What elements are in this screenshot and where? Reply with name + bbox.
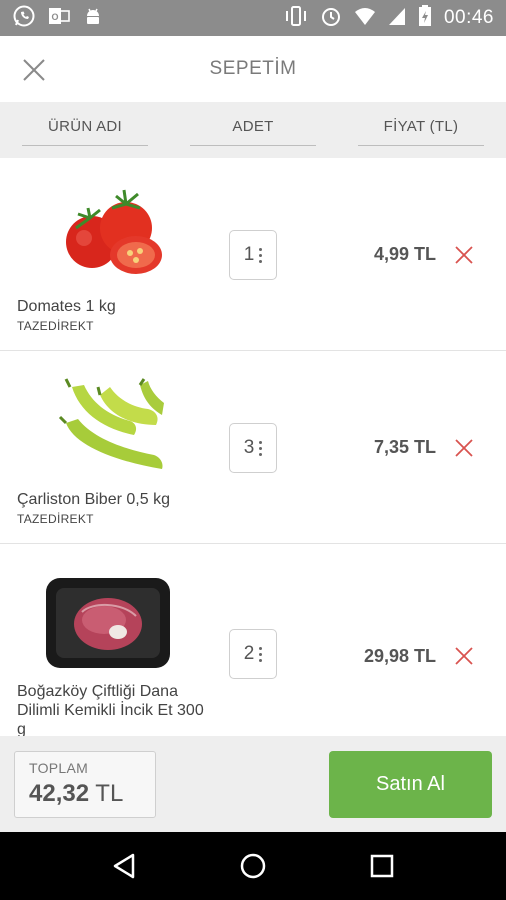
signal-icon: [388, 6, 406, 31]
tomato-image: [66, 189, 162, 274]
status-bar: O 00:46: [0, 0, 506, 36]
quantity-selector[interactable]: 2: [229, 629, 277, 679]
navigation-bar: [0, 832, 506, 900]
svg-text:O: O: [51, 12, 58, 22]
total-box: TOPLAM 42,32 TL: [14, 751, 156, 818]
android-icon: [82, 5, 104, 32]
recents-button[interactable]: [362, 846, 402, 886]
quantity-value: 3: [243, 437, 255, 458]
cart-item: Çarliston Biber 0,5 kg TAZEDİREKT 3 7,35…: [0, 351, 506, 544]
alarm-icon: [320, 5, 342, 32]
cart-item: Boğazköy Çiftliği Dana Dilimli Kemikli İ…: [0, 544, 506, 736]
product-price: 4,99 TL: [373, 244, 436, 264]
total-value: 42,32 TL: [29, 780, 141, 808]
back-button[interactable]: [104, 846, 144, 886]
column-header: ÜRÜN ADI ADET FİYAT (TL): [0, 102, 506, 158]
quantity-selector[interactable]: 3: [229, 423, 277, 473]
product-price: 7,35 TL: [373, 437, 436, 457]
total-amount: 42,32: [29, 780, 90, 807]
home-button[interactable]: [233, 846, 273, 886]
back-icon: [114, 853, 135, 879]
cart-list: Domates 1 kg TAZEDİREKT 1 4,99 TL Çarlis…: [0, 158, 506, 736]
quantity-value: 2: [243, 643, 255, 664]
product-name[interactable]: Çarliston Biber 0,5 kg: [17, 490, 217, 509]
battery-icon: [418, 4, 432, 32]
product-brand: TAZEDİREKT: [17, 319, 94, 333]
buy-button[interactable]: Satın Al: [329, 751, 492, 818]
total-currency: TL: [95, 780, 124, 807]
remove-item-icon[interactable]: [452, 644, 476, 668]
more-vert-icon: [259, 646, 263, 662]
outlook-icon: O: [48, 5, 70, 32]
close-icon: [23, 59, 45, 81]
pepper-image: [58, 378, 164, 469]
page-title: SEPETİM: [209, 58, 297, 79]
more-vert-icon: [259, 440, 263, 456]
remove-item-icon[interactable]: [452, 436, 476, 460]
app-bar: SEPETİM: [0, 36, 506, 102]
quantity-value: 1: [243, 244, 255, 265]
product-name[interactable]: Boğazköy Çiftliği Dana Dilimli Kemikli İ…: [17, 682, 217, 736]
meat-image: [46, 578, 170, 668]
quantity-selector[interactable]: 1: [229, 230, 277, 280]
product-brand: TAZEDİREKT: [17, 512, 94, 526]
home-icon: [240, 853, 266, 879]
status-time: 00:46: [443, 7, 494, 28]
total-label: TOPLAM: [29, 760, 89, 776]
whatsapp-icon: [12, 4, 36, 33]
more-vert-icon: [259, 247, 263, 263]
column-quantity: ADET: [190, 112, 316, 146]
column-price: FİYAT (TL): [358, 112, 484, 146]
remove-item-icon[interactable]: [452, 243, 476, 267]
recents-icon: [370, 854, 393, 878]
cart-footer: TOPLAM 42,32 TL Satın Al: [0, 736, 506, 832]
column-product: ÜRÜN ADI: [22, 112, 148, 146]
vibrate-icon: [284, 5, 308, 32]
product-name[interactable]: Domates 1 kg: [17, 297, 217, 316]
close-button[interactable]: [18, 54, 50, 86]
product-price: 29,98 TL: [363, 646, 436, 666]
wifi-icon: [354, 6, 376, 31]
cart-item: Domates 1 kg TAZEDİREKT 1 4,99 TL: [0, 158, 506, 351]
